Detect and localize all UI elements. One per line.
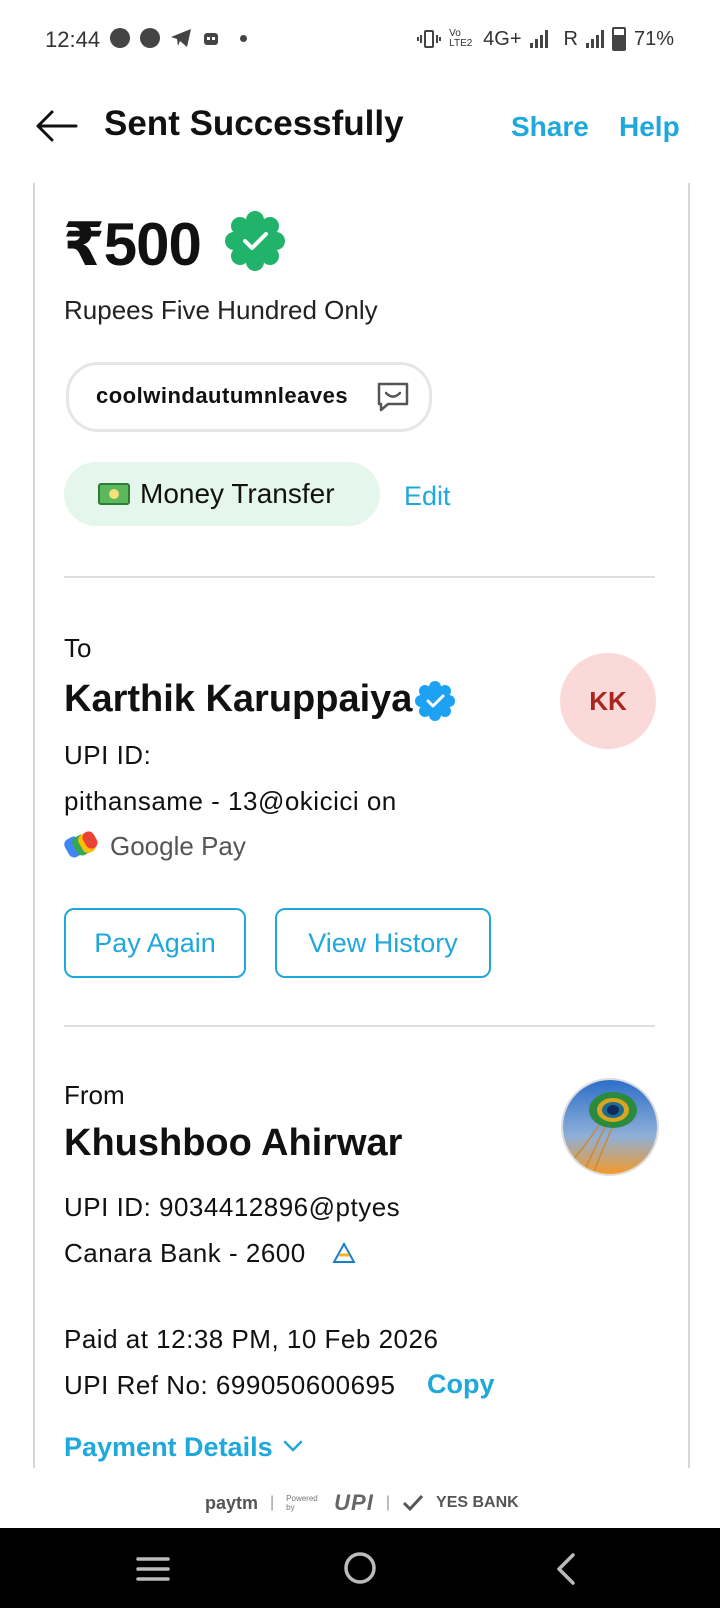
notification-icons: [110, 28, 247, 48]
signal-2-icon: [585, 30, 604, 48]
message-notification-icon: [140, 28, 160, 48]
status-time: 12:44: [45, 27, 101, 52]
view-history-button[interactable]: View History: [275, 908, 491, 978]
share-link[interactable]: Share: [511, 111, 589, 143]
sender-name: Khushboo Ahirwar: [64, 1122, 403, 1164]
battery-icon: [611, 27, 626, 51]
back-arrow-icon[interactable]: [34, 108, 78, 144]
recipient-upi-id: pithansame - 13@okicici on: [64, 786, 397, 816]
page-title: Sent Successfully: [104, 104, 404, 143]
upi-id-label: UPI ID:: [64, 740, 152, 770]
roaming-label: R: [563, 27, 578, 50]
partner-logos: paytm | Powered by UPI | YES BANK: [205, 1490, 519, 1516]
google-pay-label: Google Pay: [110, 831, 246, 861]
to-label: To: [64, 633, 92, 663]
divider: [64, 1025, 655, 1027]
cash-icon: [98, 483, 130, 505]
chevron-down-icon[interactable]: [283, 1438, 303, 1454]
system-icons: Vo LTE2 4G+ R 71%: [417, 27, 674, 51]
network-label: 4G+: [483, 27, 522, 50]
yes-bank-check-icon: [402, 1494, 424, 1512]
pay-again-button[interactable]: Pay Again: [64, 908, 246, 978]
powered-by-label: Powered by: [286, 1494, 318, 1512]
help-link[interactable]: Help: [619, 111, 680, 143]
amount-in-words: Rupees Five Hundred Only: [64, 295, 378, 325]
sender-bank: Canara Bank - 2600: [64, 1238, 306, 1268]
upi-logo: UPI: [334, 1490, 374, 1515]
more-notifications-dot: [240, 34, 247, 42]
recent-apps-icon[interactable]: [136, 1555, 170, 1583]
payment-details-toggle[interactable]: Payment Details: [64, 1432, 273, 1463]
app-notification-icon: [110, 28, 130, 48]
separator: |: [385, 1494, 391, 1511]
back-icon[interactable]: [555, 1553, 577, 1585]
home-icon[interactable]: [343, 1551, 377, 1585]
from-label: From: [64, 1080, 125, 1110]
category-label: Money Transfer: [140, 478, 335, 509]
battery-percent: 71%: [633, 27, 674, 50]
upi-ref-number: UPI Ref No: 699050600695: [64, 1370, 396, 1400]
payment-note-text: coolwindautumnleaves: [96, 383, 349, 408]
separator: |: [270, 1494, 275, 1511]
chat-icon: [377, 382, 409, 412]
volte-label: Vo LTE2: [449, 28, 473, 49]
yes-bank-logo: YES BANK: [436, 1494, 519, 1511]
canara-bank-icon: [332, 1242, 356, 1263]
peacock-feather-image: [563, 1080, 657, 1174]
divider: [64, 576, 655, 578]
recipient-name: Karthik Karuppaiya: [64, 678, 413, 720]
google-pay-icon: [64, 831, 98, 858]
signal-icon: [529, 30, 548, 48]
copy-ref-link[interactable]: Copy: [427, 1369, 495, 1400]
paytm-logo: paytm: [205, 1492, 259, 1513]
recipient-avatar: KK: [560, 653, 656, 749]
paid-at: Paid at 12:38 PM, 10 Feb 2026: [64, 1324, 439, 1354]
verified-icon: [415, 681, 455, 721]
success-badge-icon: [225, 211, 285, 271]
telegram-icon: [171, 29, 191, 47]
edit-category-link[interactable]: Edit: [404, 481, 451, 512]
amount: ₹500: [63, 211, 202, 278]
vibrate-icon: [417, 30, 442, 48]
robot-icon: [204, 33, 218, 45]
sender-upi-id: UPI ID: 9034412896@ptyes: [64, 1192, 401, 1222]
sender-avatar: [561, 1078, 659, 1176]
